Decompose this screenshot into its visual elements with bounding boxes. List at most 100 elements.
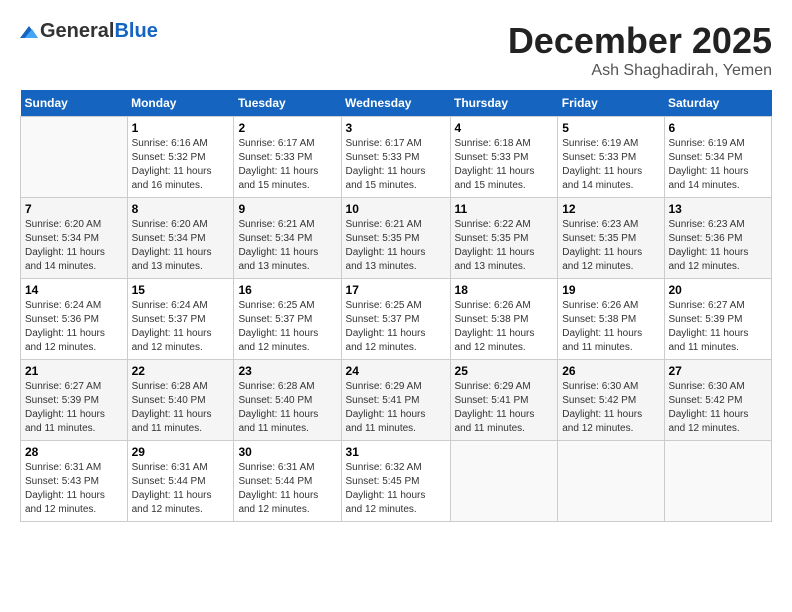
logo-general: General bbox=[40, 20, 114, 43]
month-title: December 2025 bbox=[508, 20, 772, 62]
logo-blue: Blue bbox=[114, 20, 157, 43]
day-number: 29 bbox=[132, 445, 230, 459]
day-info: Sunrise: 6:31 AMSunset: 5:44 PMDaylight:… bbox=[238, 461, 336, 517]
calendar-cell: 29 Sunrise: 6:31 AMSunset: 5:44 PMDayligh… bbox=[127, 441, 234, 522]
calendar-cell: 6 Sunrise: 6:19 AMSunset: 5:34 PMDaylight… bbox=[664, 117, 772, 198]
day-info: Sunrise: 6:24 AMSunset: 5:36 PMDaylight:… bbox=[25, 299, 123, 355]
day-number: 21 bbox=[25, 364, 123, 378]
day-number: 26 bbox=[562, 364, 659, 378]
calendar-cell: 8Sunrise: 6:20 AMSunset: 5:34 PMDaylight… bbox=[127, 198, 234, 279]
day-number: 7 bbox=[25, 202, 123, 216]
calendar-cell: 3Sunrise: 6:17 AMSunset: 5:33 PMDaylight… bbox=[341, 117, 450, 198]
calendar-cell: 24 Sunrise: 6:29 AMSunset: 5:41 PMDayligh… bbox=[341, 360, 450, 441]
header-monday: Monday bbox=[127, 90, 234, 117]
calendar-cell: 15 Sunrise: 6:24 AMSunset: 5:37 PMDayligh… bbox=[127, 279, 234, 360]
day-number: 15 bbox=[132, 283, 230, 297]
calendar-cell: 13 Sunrise: 6:23 AMSunset: 5:36 PMDayligh… bbox=[664, 198, 772, 279]
day-info: Sunrise: 6:19 AMSunset: 5:34 PMDaylight:… bbox=[669, 137, 768, 193]
day-info: Sunrise: 6:24 AMSunset: 5:37 PMDaylight:… bbox=[132, 299, 230, 355]
calendar-week-2: 7 Sunrise: 6:20 AMSunset: 5:34 PMDaylight… bbox=[21, 198, 772, 279]
day-number: 25 bbox=[455, 364, 554, 378]
day-number: 28 bbox=[25, 445, 123, 459]
day-info: Sunrise: 6:19 AMSunset: 5:33 PMDaylight:… bbox=[562, 137, 659, 193]
calendar-cell: 19 Sunrise: 6:26 AMSunset: 5:38 PMDayligh… bbox=[558, 279, 664, 360]
calendar-cell: 4Sunrise: 6:18 AMSunset: 5:33 PMDaylight… bbox=[450, 117, 558, 198]
calendar-cell: 9Sunrise: 6:21 AMSunset: 5:34 PMDaylight… bbox=[234, 198, 341, 279]
calendar-cell: 23 Sunrise: 6:28 AMSunset: 5:40 PMDayligh… bbox=[234, 360, 341, 441]
day-info: Sunrise: 6:16 AMSunset: 5:32 PMDaylight:… bbox=[132, 137, 230, 193]
day-number: 23 bbox=[238, 364, 336, 378]
header: GeneralBlue December 2025 Ash Shaghadira… bbox=[20, 20, 772, 80]
header-sunday: Sunday bbox=[21, 90, 128, 117]
calendar-cell: 30Sunrise: 6:31 AMSunset: 5:44 PMDayligh… bbox=[234, 441, 341, 522]
calendar-cell bbox=[450, 441, 558, 522]
day-number: 9 bbox=[238, 202, 336, 216]
calendar-cell bbox=[558, 441, 664, 522]
calendar-table: Sunday Monday Tuesday Wednesday Thursday… bbox=[20, 90, 772, 522]
day-info: Sunrise: 6:32 AMSunset: 5:45 PMDaylight:… bbox=[346, 461, 446, 517]
day-number: 24 bbox=[346, 364, 446, 378]
calendar-cell: 21 Sunrise: 6:27 AMSunset: 5:39 PMDayligh… bbox=[21, 360, 128, 441]
day-number: 19 bbox=[562, 283, 659, 297]
day-number: 16 bbox=[238, 283, 336, 297]
day-number: 6 bbox=[669, 121, 768, 135]
calendar-week-3: 14 Sunrise: 6:24 AMSunset: 5:36 PMDayligh… bbox=[21, 279, 772, 360]
calendar-cell: 7 Sunrise: 6:20 AMSunset: 5:34 PMDaylight… bbox=[21, 198, 128, 279]
logo-icon bbox=[20, 26, 38, 38]
day-info: Sunrise: 6:30 AMSunset: 5:42 PMDaylight:… bbox=[562, 380, 659, 436]
calendar-body: 1 Sunrise: 6:16 AMSunset: 5:32 PMDaylight… bbox=[21, 117, 772, 522]
day-info: Sunrise: 6:31 AMSunset: 5:43 PMDaylight:… bbox=[25, 461, 123, 517]
day-number: 1 bbox=[132, 121, 230, 135]
day-number: 20 bbox=[669, 283, 768, 297]
day-info: Sunrise: 6:23 AMSunset: 5:35 PMDaylight:… bbox=[562, 218, 659, 274]
location: Ash Shaghadirah, Yemen bbox=[508, 62, 772, 80]
day-info: Sunrise: 6:20 AMSunset: 5:34 PMDaylight:… bbox=[25, 218, 123, 274]
calendar-cell: 20 Sunrise: 6:27 AMSunset: 5:39 PMDayligh… bbox=[664, 279, 772, 360]
day-number: 27 bbox=[669, 364, 768, 378]
day-info: Sunrise: 6:17 AMSunset: 5:33 PMDaylight:… bbox=[238, 137, 336, 193]
header-friday: Friday bbox=[558, 90, 664, 117]
day-number: 13 bbox=[669, 202, 768, 216]
calendar-week-4: 21 Sunrise: 6:27 AMSunset: 5:39 PMDayligh… bbox=[21, 360, 772, 441]
day-info: Sunrise: 6:22 AMSunset: 5:35 PMDaylight:… bbox=[455, 218, 554, 274]
calendar-cell: 2 Sunrise: 6:17 AMSunset: 5:33 PMDaylight… bbox=[234, 117, 341, 198]
calendar-cell: 22 Sunrise: 6:28 AMSunset: 5:40 PMDayligh… bbox=[127, 360, 234, 441]
day-info: Sunrise: 6:31 AMSunset: 5:44 PMDaylight:… bbox=[132, 461, 230, 517]
calendar-cell: 1 Sunrise: 6:16 AMSunset: 5:32 PMDaylight… bbox=[127, 117, 234, 198]
calendar-week-5: 28 Sunrise: 6:31 AMSunset: 5:43 PMDayligh… bbox=[21, 441, 772, 522]
calendar-cell: 14 Sunrise: 6:24 AMSunset: 5:36 PMDayligh… bbox=[21, 279, 128, 360]
day-number: 14 bbox=[25, 283, 123, 297]
calendar-cell bbox=[664, 441, 772, 522]
calendar-cell: 11Sunrise: 6:22 AMSunset: 5:35 PMDayligh… bbox=[450, 198, 558, 279]
day-info: Sunrise: 6:28 AMSunset: 5:40 PMDaylight:… bbox=[238, 380, 336, 436]
calendar-cell: 5Sunrise: 6:19 AMSunset: 5:33 PMDaylight… bbox=[558, 117, 664, 198]
day-info: Sunrise: 6:29 AMSunset: 5:41 PMDaylight:… bbox=[346, 380, 446, 436]
day-info: Sunrise: 6:27 AMSunset: 5:39 PMDaylight:… bbox=[25, 380, 123, 436]
calendar-cell bbox=[21, 117, 128, 198]
title-section: December 2025 Ash Shaghadirah, Yemen bbox=[508, 20, 772, 80]
day-info: Sunrise: 6:30 AMSunset: 5:42 PMDaylight:… bbox=[669, 380, 768, 436]
day-info: Sunrise: 6:23 AMSunset: 5:36 PMDaylight:… bbox=[669, 218, 768, 274]
day-info: Sunrise: 6:28 AMSunset: 5:40 PMDaylight:… bbox=[132, 380, 230, 436]
day-info: Sunrise: 6:27 AMSunset: 5:39 PMDaylight:… bbox=[669, 299, 768, 355]
day-number: 8 bbox=[132, 202, 230, 216]
calendar-cell: 16 Sunrise: 6:25 AMSunset: 5:37 PMDayligh… bbox=[234, 279, 341, 360]
day-number: 22 bbox=[132, 364, 230, 378]
day-number: 2 bbox=[238, 121, 336, 135]
calendar-cell: 10Sunrise: 6:21 AMSunset: 5:35 PMDayligh… bbox=[341, 198, 450, 279]
day-info: Sunrise: 6:25 AMSunset: 5:37 PMDaylight:… bbox=[238, 299, 336, 355]
page-container: GeneralBlue December 2025 Ash Shaghadira… bbox=[0, 0, 792, 532]
day-number: 18 bbox=[455, 283, 554, 297]
day-info: Sunrise: 6:29 AMSunset: 5:41 PMDaylight:… bbox=[455, 380, 554, 436]
calendar-week-1: 1 Sunrise: 6:16 AMSunset: 5:32 PMDaylight… bbox=[21, 117, 772, 198]
header-thursday: Thursday bbox=[450, 90, 558, 117]
calendar-cell: 26 Sunrise: 6:30 AMSunset: 5:42 PMDayligh… bbox=[558, 360, 664, 441]
day-number: 10 bbox=[346, 202, 446, 216]
calendar-cell: 25 Sunrise: 6:29 AMSunset: 5:41 PMDayligh… bbox=[450, 360, 558, 441]
day-info: Sunrise: 6:26 AMSunset: 5:38 PMDaylight:… bbox=[455, 299, 554, 355]
calendar-cell: 18 Sunrise: 6:26 AMSunset: 5:38 PMDayligh… bbox=[450, 279, 558, 360]
header-row: Sunday Monday Tuesday Wednesday Thursday… bbox=[21, 90, 772, 117]
day-info: Sunrise: 6:26 AMSunset: 5:38 PMDaylight:… bbox=[562, 299, 659, 355]
day-info: Sunrise: 6:18 AMSunset: 5:33 PMDaylight:… bbox=[455, 137, 554, 193]
calendar-cell: 12Sunrise: 6:23 AMSunset: 5:35 PMDayligh… bbox=[558, 198, 664, 279]
